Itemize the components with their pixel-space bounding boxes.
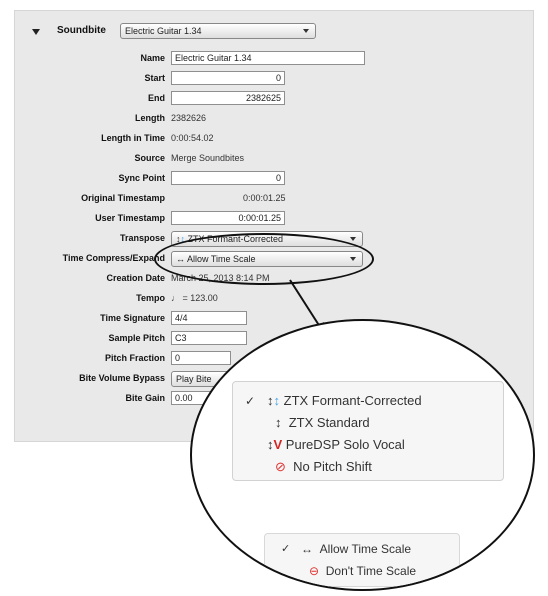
length-value: 2382626 bbox=[171, 113, 207, 123]
length-in-time-value: 0:00:54.02 bbox=[171, 133, 214, 143]
end-label: End bbox=[148, 93, 165, 103]
no-pitch-shift-icon: ⊘ bbox=[275, 459, 286, 474]
bite-gain-label: Bite Gain bbox=[125, 393, 165, 403]
time-signature-field[interactable]: 4/4 bbox=[171, 311, 247, 325]
soundbite-header: Soundbite Electric Guitar 1.34 bbox=[15, 11, 533, 47]
row-original-timestamp: Original Timestamp 0:00:01.25 bbox=[15, 189, 533, 209]
transpose-select[interactable]: ↕↕ ZTX Formant-Corrected bbox=[171, 231, 363, 247]
left-right-arrow-icon: ↔ bbox=[176, 254, 185, 264]
pitch-fraction-label: Pitch Fraction bbox=[104, 353, 165, 363]
transpose-label: Transpose bbox=[119, 233, 165, 243]
sample-pitch-label: Sample Pitch bbox=[108, 333, 165, 343]
menu-item-label: No Pitch Shift bbox=[293, 459, 372, 474]
quarter-note-icon: ♩ bbox=[171, 293, 180, 303]
menu-item-allow-time-scale[interactable]: ✓ ↔ Allow Time Scale bbox=[281, 538, 412, 560]
row-source: Source Merge Soundbites bbox=[15, 149, 533, 169]
start-label: Start bbox=[144, 73, 165, 83]
original-timestamp-label: Original Timestamp bbox=[81, 193, 165, 203]
bite-volume-bypass-value: Play Bite bbox=[176, 374, 212, 384]
time-compress-select[interactable]: ↔ Allow Time Scale bbox=[171, 251, 363, 267]
checkmark-icon: ✓ bbox=[281, 543, 291, 555]
time-signature-label: Time Signature bbox=[100, 313, 165, 323]
menu-item-ztx-standard[interactable]: ↕ ZTX Standard bbox=[275, 412, 370, 434]
tempo-label: Tempo bbox=[136, 293, 165, 303]
up-down-arrow-icon: ↕ bbox=[273, 393, 281, 408]
creation-date-value: March 25, 2013 8:14 PM bbox=[171, 273, 270, 283]
sync-point-label: Sync Point bbox=[118, 173, 165, 183]
transpose-menu: ✓ ↕↕ ZTX Formant-Corrected ↕ ZTX Standar… bbox=[232, 381, 504, 481]
menu-item-label: Don't Time Scale bbox=[325, 564, 417, 578]
row-length-in-time: Length in Time 0:00:54.02 bbox=[15, 129, 533, 149]
row-creation-date: Creation Date March 25, 2013 8:14 PM bbox=[15, 269, 533, 289]
menu-item-dont-time-scale[interactable]: ⊖ Don't Time Scale bbox=[309, 560, 416, 582]
source-label: Source bbox=[134, 153, 165, 163]
soundbite-label: Soundbite bbox=[57, 25, 106, 36]
soundbite-select-value: Electric Guitar 1.34 bbox=[125, 26, 202, 36]
row-length: Length 2382626 bbox=[15, 109, 533, 129]
sample-pitch-field[interactable]: C3 bbox=[171, 331, 247, 345]
time-compress-expand-label: Time Compress/Expand bbox=[62, 253, 165, 263]
checkmark-icon: ✓ bbox=[245, 394, 256, 408]
sync-point-field[interactable]: 0 bbox=[171, 171, 285, 185]
v-icon: V bbox=[273, 437, 283, 452]
disclosure-triangle-icon[interactable] bbox=[32, 29, 40, 35]
row-time-signature: Time Signature 4/4 bbox=[15, 309, 533, 329]
tempo-number: = 123.00 bbox=[182, 293, 218, 303]
name-field[interactable]: Electric Guitar 1.34 bbox=[171, 51, 365, 65]
tempo-value: ♩ = 123.00 bbox=[171, 289, 218, 307]
menu-item-puredsp-solo-vocal[interactable]: ↕V PureDSP Solo Vocal bbox=[267, 434, 405, 456]
length-in-time-label: Length in Time bbox=[101, 133, 165, 143]
time-scale-menu: ✓ ↔ Allow Time Scale ⊖ Don't Time Scale bbox=[264, 533, 460, 587]
row-transpose: Transpose ↕↕ ZTX Formant-Corrected bbox=[15, 229, 533, 249]
creation-date-label: Creation Date bbox=[106, 273, 165, 283]
row-tempo: Tempo ♩ = 123.00 bbox=[15, 289, 533, 309]
menu-item-label: Allow Time Scale bbox=[319, 542, 412, 556]
transpose-select-value: ZTX Formant-Corrected bbox=[187, 234, 284, 244]
chevron-down-icon bbox=[350, 257, 356, 261]
chevron-down-icon bbox=[350, 237, 356, 241]
user-timestamp-label: User Timestamp bbox=[95, 213, 165, 223]
user-timestamp-field[interactable]: 0:00:01.25 bbox=[171, 211, 285, 225]
up-down-arrow-icon: ↕ bbox=[275, 415, 282, 430]
magnified-callout: ✓ ↕↕ ZTX Formant-Corrected ↕ ZTX Standar… bbox=[190, 319, 535, 591]
menu-item-label: ZTX Standard bbox=[288, 415, 370, 430]
row-start: Start 0 bbox=[15, 69, 533, 89]
time-compress-select-value: Allow Time Scale bbox=[187, 254, 256, 264]
chevron-down-icon bbox=[303, 29, 309, 33]
menu-item-label: ZTX Formant-Corrected bbox=[283, 393, 422, 408]
start-field[interactable]: 0 bbox=[171, 71, 285, 85]
up-down-arrow-icon: ↕ bbox=[180, 234, 186, 244]
length-label: Length bbox=[135, 113, 165, 123]
soundbite-select[interactable]: Electric Guitar 1.34 bbox=[120, 23, 316, 39]
bite-volume-bypass-label: Bite Volume Bypass bbox=[79, 373, 165, 383]
original-timestamp-value: 0:00:01.25 bbox=[243, 193, 286, 203]
name-label: Name bbox=[140, 53, 165, 63]
menu-item-label: PureDSP Solo Vocal bbox=[285, 437, 405, 452]
menu-item-ztx-formant-corrected[interactable]: ✓ ↕↕ ZTX Formant-Corrected bbox=[245, 390, 422, 412]
end-field[interactable]: 2382625 bbox=[171, 91, 285, 105]
menu-item-no-pitch-shift[interactable]: ⊘ No Pitch Shift bbox=[275, 456, 372, 478]
row-end: End 2382625 bbox=[15, 89, 533, 109]
row-time-compress-expand: Time Compress/Expand ↔ Allow Time Scale bbox=[15, 249, 533, 269]
row-user-timestamp: User Timestamp 0:00:01.25 bbox=[15, 209, 533, 229]
source-value: Merge Soundbites bbox=[171, 153, 245, 163]
pitch-fraction-field[interactable]: 0 bbox=[171, 351, 231, 365]
row-name: Name Electric Guitar 1.34 bbox=[15, 49, 533, 69]
row-sync-point: Sync Point 0 bbox=[15, 169, 533, 189]
no-time-scale-icon: ⊖ bbox=[309, 564, 320, 578]
left-right-arrow-icon: ↔ bbox=[301, 542, 313, 556]
